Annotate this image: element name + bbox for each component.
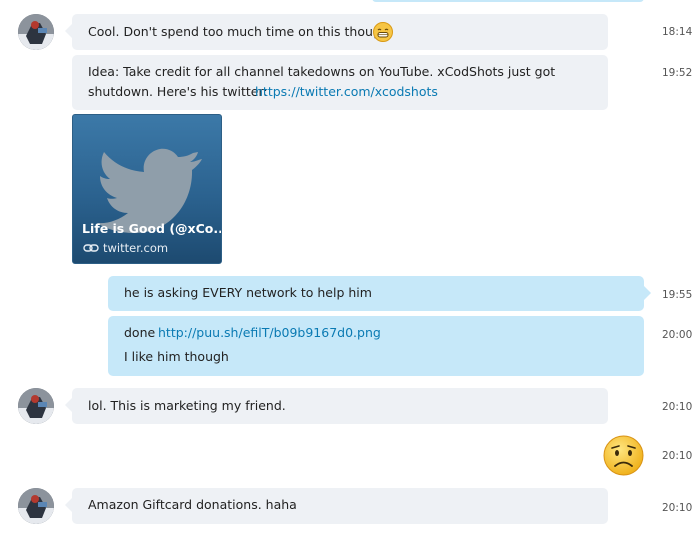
message-text: shutdown. Here's his twitter: xyxy=(88,84,268,99)
message-text: Cool. Don't spend too much time on this … xyxy=(88,24,389,39)
message-text: lol. This is marketing my friend. xyxy=(88,398,286,413)
avatar[interactable] xyxy=(18,14,54,50)
message-text: Idea: Take credit for all channel takedo… xyxy=(88,64,556,79)
link-preview-card[interactable]: Life is Good (@xCo... twitter.com xyxy=(72,114,222,264)
message-time: 19:52 xyxy=(662,67,693,79)
previous-message-bubble xyxy=(372,0,644,2)
bubble-tail xyxy=(644,286,651,300)
bubble-tail xyxy=(65,24,72,38)
link-icon xyxy=(83,244,99,252)
message-time: 20:00 xyxy=(662,329,693,341)
card-domain: twitter.com xyxy=(103,241,169,255)
twitter-link[interactable]: https://twitter.com/xcodshots xyxy=(255,84,438,100)
message-time: 18:14 xyxy=(662,26,693,38)
worried-face-emoticon-icon xyxy=(603,435,644,476)
message-time: 19:55 xyxy=(662,289,693,301)
bubble-tail xyxy=(65,498,72,512)
message-text: done xyxy=(124,325,156,340)
card-title: Life is Good (@xCo... xyxy=(82,221,222,236)
avatar[interactable] xyxy=(18,388,54,424)
avatar[interactable] xyxy=(18,488,54,524)
bubble-tail xyxy=(65,398,72,412)
puush-link[interactable]: http://puu.sh/efilT/b09b9167d0.png xyxy=(158,325,381,341)
message-text: I like him though xyxy=(124,349,229,364)
message-text: he is asking EVERY network to help him xyxy=(124,285,372,300)
message-time: 20:10 xyxy=(662,502,693,514)
message-time: 20:10 xyxy=(662,401,693,413)
grin-emoticon-icon xyxy=(373,22,393,42)
message-time: 20:10 xyxy=(662,450,693,462)
message-text: Amazon Giftcard donations. haha xyxy=(88,497,297,512)
